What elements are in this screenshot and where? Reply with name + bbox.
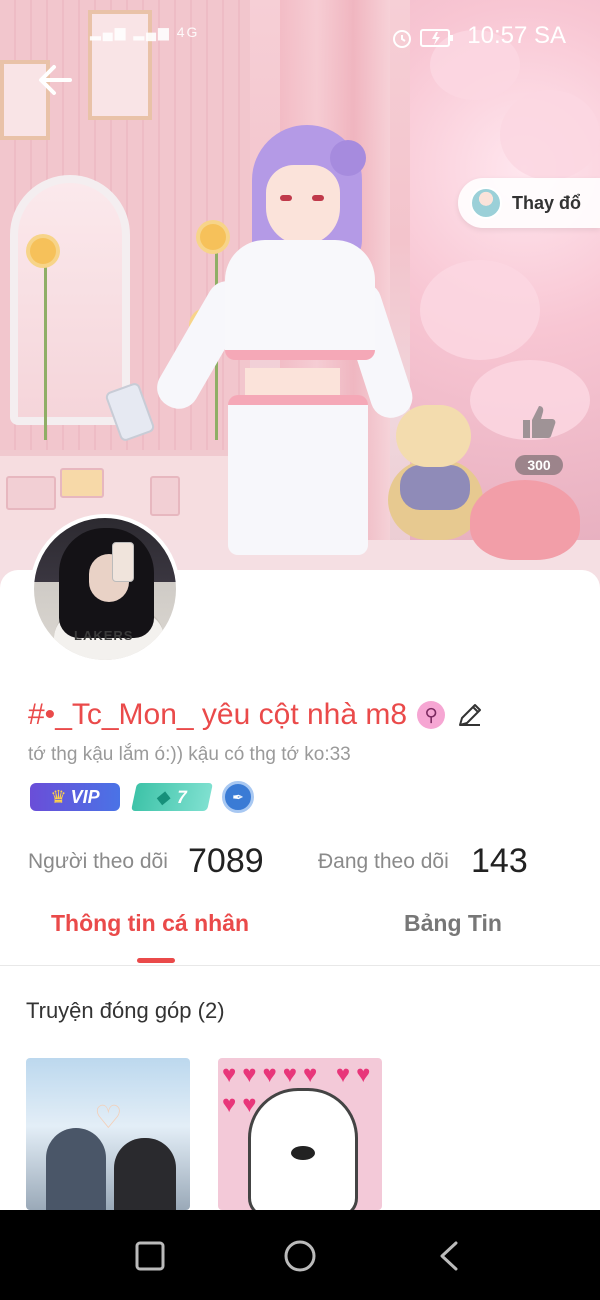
following-count[interactable]: 143: [471, 842, 528, 881]
heart-pillow: [470, 480, 580, 560]
cover-image: [0, 0, 600, 600]
edit-icon[interactable]: [455, 700, 485, 730]
alarm-icon: [392, 30, 411, 49]
back-triangle-icon[interactable]: [432, 1238, 468, 1274]
avatar[interactable]: LAKERS: [30, 514, 180, 664]
system-nav-bar: [0, 1210, 600, 1300]
change-cover-button[interactable]: Thay đổ: [458, 178, 600, 228]
story-card[interactable]: ♡: [26, 1058, 190, 1210]
character-belly: [245, 368, 340, 398]
back-arrow-icon[interactable]: [34, 58, 78, 102]
profile-name: #•_Tc_Mon_ yêu cột nhà m8: [28, 698, 408, 731]
gender-icon: ⚲: [417, 701, 446, 729]
like-button[interactable]: 300: [507, 400, 571, 475]
status-bar: ▂▄▆ ▂▄▆ 4G 10:57 SA: [0, 0, 600, 76]
mirror: [10, 175, 130, 425]
profile-bio: tớ thg kậu lắm ó:)) kậu có thg tớ ko:33: [28, 744, 351, 765]
change-cover-label: Thay đổ: [512, 192, 582, 213]
mini-avatar: [470, 187, 502, 219]
teddy-bear: [388, 405, 483, 545]
following-label[interactable]: Đang theo dõi: [318, 850, 449, 874]
avatar-shirt-text: LAKERS: [74, 628, 134, 643]
follow-stats: Người theo dõi 7089 Đang theo dõi 143: [28, 838, 588, 884]
signal-indicator: ▂▄▆ ▂▄▆ 4G: [90, 24, 200, 40]
contributions-title: Truyện đóng góp (2): [26, 998, 225, 1023]
character-face: [266, 165, 340, 245]
active-tab-indicator: [137, 958, 175, 963]
pen-badge-icon[interactable]: ✒: [222, 781, 254, 813]
profile-name-row: #•_Tc_Mon_ yêu cột nhà m8 ⚲: [28, 698, 485, 732]
like-count: 300: [515, 455, 563, 475]
status-icons: [390, 24, 454, 50]
vip-badge[interactable]: ♛ VIP: [30, 783, 120, 811]
tab-personal-info[interactable]: Thông tin cá nhân: [51, 910, 249, 937]
clock: 10:57 SA: [467, 22, 566, 49]
tab-news-feed[interactable]: Bảng Tin: [404, 910, 502, 937]
followers-count[interactable]: 7089: [188, 842, 264, 881]
character-pants: [228, 395, 368, 555]
recent-apps-square-icon[interactable]: [132, 1238, 168, 1274]
vip-label: VIP: [70, 786, 100, 807]
followers-label[interactable]: Người theo dõi: [28, 850, 168, 874]
profile-tabs: Thông tin cá nhân Bảng Tin: [0, 896, 600, 966]
character-hoodie: [225, 240, 375, 360]
thumbs-up-icon: [523, 406, 556, 438]
story-card[interactable]: ♥♥♥♥♥ ♥♥ ♥♥: [218, 1058, 382, 1210]
home-circle-icon[interactable]: [282, 1238, 318, 1274]
battery-icon: [420, 29, 453, 48]
gem-icon: ◆: [155, 786, 174, 807]
level-value: 7: [174, 786, 190, 807]
character-bun: [330, 140, 366, 176]
badges: ♛ VIP ◆ 7 ✒: [30, 781, 254, 813]
crown-icon: ♛: [50, 786, 67, 807]
level-badge[interactable]: ◆ 7: [131, 783, 213, 811]
